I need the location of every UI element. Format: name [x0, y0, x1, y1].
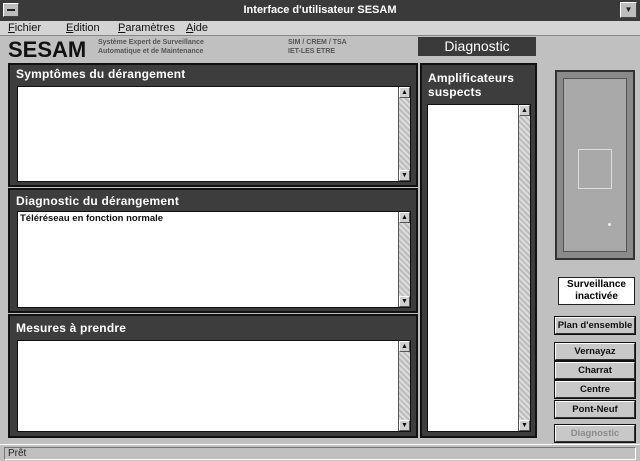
status-line2: inactivée [575, 291, 618, 302]
symptoms-panel: Symptômes du dérangement ▲ ▼ [8, 63, 418, 187]
charrat-button[interactable]: Charrat [555, 362, 635, 379]
organization-line2: IET-LES ETRE [288, 48, 336, 55]
menu-edition[interactable]: Edition [66, 22, 100, 34]
app-logo: SESAM [8, 37, 87, 62]
app-header: SESAM Système Expert de Surveillance Aut… [0, 36, 640, 62]
measures-scrollbar[interactable]: ▲ ▼ [398, 341, 410, 431]
vernayaz-button[interactable]: Vernayaz [555, 343, 635, 360]
diagnostic-button[interactable]: Diagnostic [555, 425, 635, 442]
scroll-down-icon[interactable]: ▼ [399, 170, 410, 181]
amplifiers-title: Amplificateurs suspects [428, 71, 514, 99]
app-subtitle-line1: Système Expert de Surveillance [98, 39, 204, 46]
window-title: Interface d'utilisateur SESAM [243, 4, 397, 16]
title-bar: Interface d'utilisateur SESAM ▼ [0, 0, 640, 21]
status-line1: Surveillance [567, 279, 626, 290]
scroll-down-icon[interactable]: ▼ [399, 420, 410, 431]
maximize-icon[interactable]: ▼ [620, 2, 637, 18]
section-title: Diagnostic [418, 37, 536, 56]
app-subtitle-line2: Automatique et de Maintenance [98, 48, 204, 55]
surveillance-status: Surveillance inactivée [558, 277, 635, 305]
amplifiers-title-line1: Amplificateurs [428, 71, 515, 85]
amplifiers-title-line2: suspects [428, 85, 482, 99]
scroll-down-icon[interactable]: ▼ [519, 420, 530, 431]
plan-ensemble-button[interactable]: Plan d'ensemble [555, 317, 635, 334]
indicator-dot-icon [608, 223, 611, 226]
organization-line1: SIM / CREM / TSA [288, 39, 347, 46]
scroll-up-icon[interactable]: ▲ [399, 341, 410, 352]
lamp-icon [578, 149, 612, 189]
status-text: Prêt [4, 447, 636, 460]
surveillance-display [555, 70, 635, 260]
menu-aide[interactable]: Aide [186, 22, 208, 34]
pont-neuf-button[interactable]: Pont-Neuf [555, 401, 635, 418]
menu-fichier[interactable]: Fichier [8, 22, 41, 34]
scroll-up-icon[interactable]: ▲ [399, 212, 410, 223]
diagnosis-textarea[interactable]: Téléréseau en fonction normale ▲ ▼ [17, 211, 411, 308]
measures-textarea[interactable]: ▲ ▼ [17, 340, 411, 432]
surveillance-screen [563, 78, 627, 252]
diagnosis-panel: Diagnostic du dérangement Téléréseau en … [8, 188, 418, 313]
menu-bar: Fichier Edition Paramètres Aide [0, 21, 640, 36]
measures-panel: Mesures à prendre ▲ ▼ [8, 314, 418, 438]
diagnosis-scrollbar[interactable]: ▲ ▼ [398, 212, 410, 307]
scroll-up-icon[interactable]: ▲ [399, 87, 410, 98]
diagnosis-content: Téléréseau en fonction normale [20, 213, 164, 224]
scroll-down-icon[interactable]: ▼ [399, 296, 410, 307]
measures-title: Mesures à prendre [16, 321, 127, 335]
amplifiers-list[interactable]: ▲ ▼ [427, 104, 531, 432]
scroll-up-icon[interactable]: ▲ [519, 105, 530, 116]
symptoms-textarea[interactable]: ▲ ▼ [17, 86, 411, 182]
menu-parametres[interactable]: Paramètres [118, 22, 175, 34]
symptoms-title: Symptômes du dérangement [16, 67, 186, 81]
amplifiers-panel: Amplificateurs suspects ▲ ▼ [420, 63, 537, 438]
diagnosis-title: Diagnostic du dérangement [16, 194, 180, 208]
symptoms-scrollbar[interactable]: ▲ ▼ [398, 87, 410, 181]
status-bar: Prêt [0, 444, 640, 461]
centre-button[interactable]: Centre [555, 381, 635, 398]
amplifiers-scrollbar[interactable]: ▲ ▼ [518, 105, 530, 431]
